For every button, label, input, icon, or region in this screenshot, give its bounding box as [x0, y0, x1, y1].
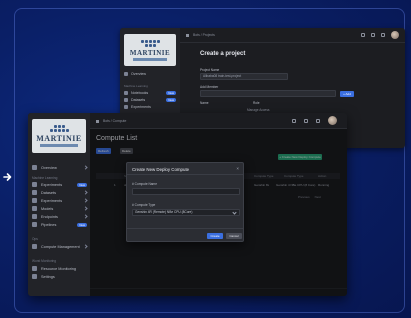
search-icon[interactable]	[292, 118, 296, 123]
back-section-label: Machine Learning	[124, 84, 148, 88]
project-name-label: Project Name	[200, 68, 220, 72]
model-icon	[32, 206, 37, 211]
logo: MARTINIE	[124, 34, 176, 66]
back-nav-experiments[interactable]: Experiments	[124, 105, 176, 109]
nav-overview[interactable]: Overview	[32, 165, 88, 170]
chevron-right-icon	[83, 206, 88, 211]
project-name-field[interactable]: Alibaba08 train-test-project	[200, 73, 288, 80]
modal-title: Create New Deploy Compute	[132, 167, 190, 172]
nav-endpoints[interactable]: Endpoints	[32, 214, 88, 219]
nav-compute-management[interactable]: Compute Management	[32, 244, 88, 249]
search-icon[interactable]	[361, 33, 365, 37]
add-member-button[interactable]: + Add	[340, 91, 354, 97]
chevron-right-icon	[83, 190, 88, 195]
arrow-right-icon	[3, 173, 12, 181]
section-ml: Machine Learning	[32, 176, 58, 180]
dataset-icon	[124, 98, 128, 102]
settings-icon[interactable]	[381, 33, 385, 37]
logo-mark-icon	[140, 39, 160, 47]
bell-icon[interactable]	[304, 118, 308, 123]
front-topbar: Bots / Compute	[90, 113, 347, 129]
dataset-icon	[32, 190, 37, 195]
compute-name-label: # Compute Name	[132, 182, 157, 186]
create-button[interactable]: Create	[207, 233, 223, 239]
logo-text: MARTINIE	[36, 134, 82, 143]
breadcrumb: Bots / Projects	[186, 33, 215, 37]
back-topbar: Bots / Projects	[180, 28, 405, 43]
compute-type-label: # Compute Type	[132, 203, 156, 207]
pipeline-icon	[32, 222, 37, 227]
home-icon	[32, 165, 37, 170]
flask-icon	[32, 198, 37, 203]
avatar[interactable]	[328, 116, 337, 125]
logo: MARTINIE	[32, 119, 86, 153]
monitor-icon	[32, 266, 37, 271]
add-member-field[interactable]	[200, 90, 336, 97]
chevron-right-icon	[83, 165, 88, 170]
nav-resource-monitoring[interactable]: Resource Monitoring	[32, 266, 87, 271]
col-name: Name	[200, 101, 209, 105]
new-badge: New	[77, 182, 87, 187]
nav-experiments[interactable]: Experiments New	[32, 182, 87, 187]
nav-experiments-2[interactable]: Experiments	[32, 198, 88, 203]
page-title: Create a project	[200, 51, 246, 57]
nav-settings[interactable]: Settings	[32, 274, 87, 279]
chevron-right-icon	[83, 214, 88, 219]
nav-datasets[interactable]: Datasets	[32, 190, 88, 195]
settings-icon[interactable]	[316, 118, 320, 123]
new-badge: New	[77, 222, 87, 227]
breadcrumb: Bots / Compute	[96, 119, 126, 123]
role-value: Manage Access	[247, 108, 270, 112]
section-ops: Ops	[32, 237, 38, 241]
compute-name-input[interactable]	[132, 188, 240, 195]
logo-mark-icon	[49, 125, 69, 132]
compute-icon	[32, 244, 37, 249]
nav-pipelines[interactable]: Pipelines New	[32, 222, 87, 227]
cancel-button[interactable]: Cancel	[226, 233, 242, 239]
col-role: Role	[253, 101, 260, 105]
add-member-label: Add Member	[200, 85, 219, 89]
nav-models[interactable]: Models	[32, 206, 88, 211]
chevron-right-icon	[83, 198, 88, 203]
gear-icon	[32, 274, 37, 279]
grid-icon	[96, 119, 99, 123]
new-badge: New	[166, 91, 176, 95]
back-nav-datasets[interactable]: Datasets New	[124, 98, 176, 102]
avatar[interactable]	[391, 31, 399, 39]
compute-type-select[interactable]: Genshin 4R (Remote) NBe CPU (8Core)	[132, 209, 240, 216]
home-icon	[124, 72, 128, 76]
chevron-right-icon	[83, 244, 88, 249]
bell-icon[interactable]	[371, 33, 375, 37]
experiment-icon	[124, 105, 128, 109]
close-icon[interactable]: ×	[236, 166, 239, 171]
create-compute-modal: Create New Deploy Compute × # Compute Na…	[126, 162, 244, 242]
notebook-icon	[124, 91, 128, 95]
new-badge: New	[166, 98, 176, 102]
section-monitoring: Worst Monitoring	[32, 259, 57, 263]
endpoint-icon	[32, 214, 37, 219]
chevron-down-icon	[232, 210, 237, 215]
grid-icon	[186, 33, 189, 37]
back-nav-overview[interactable]: Overview	[124, 72, 176, 76]
back-nav-notebooks[interactable]: Notebooks New	[124, 91, 176, 95]
front-sidebar: MARTINIE Overview Machine Learning Exper…	[28, 113, 90, 296]
logo-text: MARTINIE	[129, 48, 171, 57]
experiment-icon	[32, 182, 37, 187]
